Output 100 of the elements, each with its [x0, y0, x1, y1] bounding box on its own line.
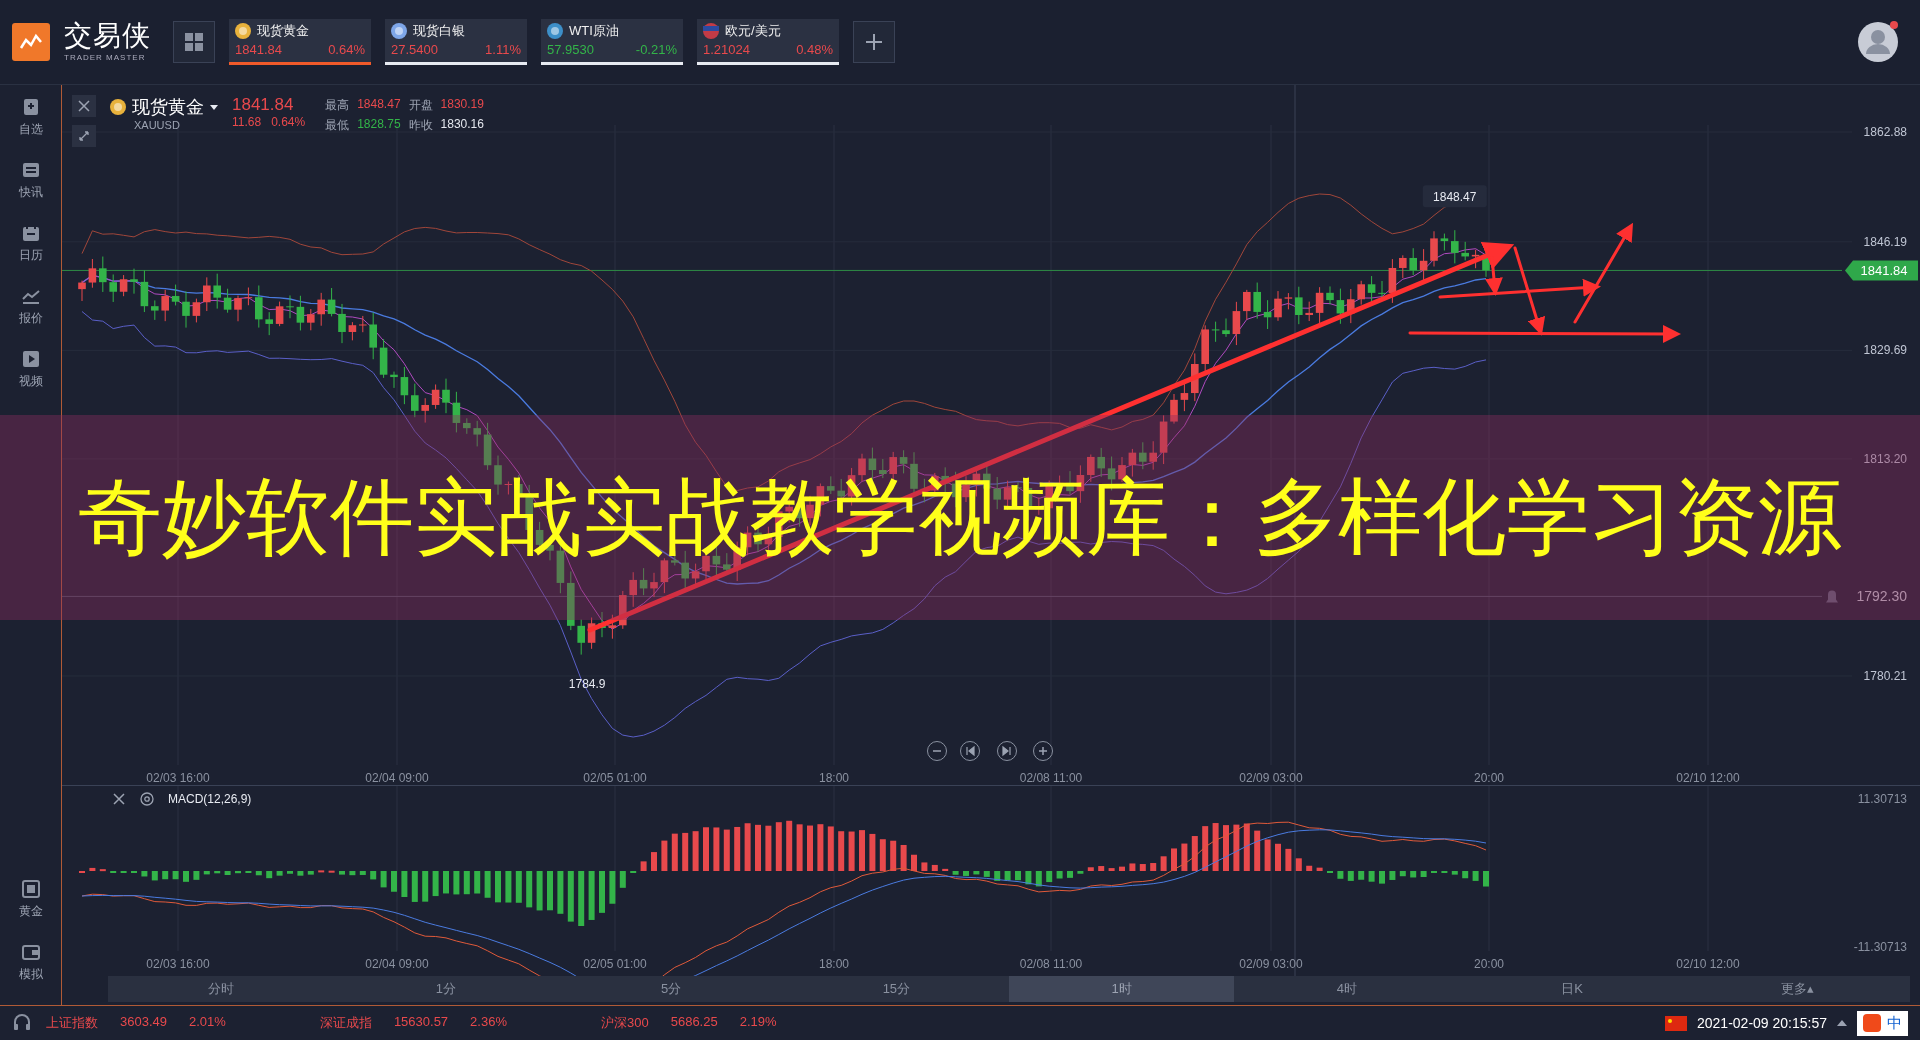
axis-label: 1846.19: [1863, 234, 1907, 249]
close-button[interactable]: [72, 95, 96, 117]
settings-icon[interactable]: [140, 792, 154, 806]
axis-label: 02/05 01:00: [583, 771, 647, 785]
index-change: 2.36%: [470, 1014, 507, 1031]
axis-label: 02/10 12:00: [1676, 957, 1740, 971]
headset-icon[interactable]: [12, 1013, 32, 1033]
axis-label: -11.30713: [1853, 940, 1907, 954]
grid-layout-button[interactable]: [173, 21, 215, 63]
axis-label: 18:00: [819, 771, 849, 785]
coin-icon: [235, 23, 251, 39]
square-icon: [20, 879, 41, 899]
axis-label: 02/08 11:00: [1019, 957, 1083, 971]
stat-label: 开盘: [408, 97, 433, 114]
stat-label: 昨收: [408, 117, 433, 134]
close-icon[interactable]: [112, 792, 126, 806]
axis-label: 20:00: [1474, 957, 1504, 971]
timeframe-tab[interactable]: 5分: [558, 976, 784, 1002]
alert-price-label: 1792.30: [1856, 588, 1907, 605]
bell-icon: [1826, 590, 1838, 603]
ticker-price: 57.9530: [547, 42, 594, 57]
price-change-percent: 0.64%: [271, 115, 306, 129]
index-name: 沪深300: [601, 1014, 649, 1032]
axis-label: 1813.20: [1863, 451, 1907, 466]
low-price-label: 1784.9: [568, 676, 606, 691]
axis-label: 02/08 11:00: [1019, 771, 1083, 785]
index-value: 3603.49: [120, 1014, 167, 1031]
zoom-in-button[interactable]: [1033, 741, 1053, 761]
index-name: 上证指数: [46, 1014, 98, 1032]
flag-icon: [1665, 1015, 1687, 1031]
input-method-bar[interactable]: 中: [1857, 1010, 1908, 1036]
axis-label: 18:00: [819, 957, 849, 971]
timeframe-tab[interactable]: 4时: [1234, 976, 1460, 1002]
ticker-change: -0.21%: [635, 42, 677, 57]
current-price: 1841.84: [232, 95, 295, 115]
avatar-icon[interactable]: [1856, 20, 1900, 64]
index-value: 5686.25: [670, 1014, 718, 1031]
ticker-tab[interactable]: WTI原油 57.9530 -0.21%: [541, 19, 683, 65]
ticker-tab[interactable]: 欧元/美元 1.21024 0.48%: [697, 19, 839, 65]
coin-icon: [547, 23, 563, 39]
stat-value: 1848.47: [357, 97, 401, 113]
skip-forward-button[interactable]: [997, 741, 1017, 761]
axis-label: 1862.88: [1863, 125, 1907, 139]
axis-label: 11.30713: [1857, 792, 1907, 806]
add-button[interactable]: [853, 21, 895, 63]
flag-icon: [703, 23, 719, 39]
close-icon: [77, 99, 91, 113]
symbol-code: XAUUSD: [134, 119, 181, 131]
axis-label: 02/03 16:00: [146, 957, 210, 971]
app-logo-name: 交易侠: [64, 22, 151, 50]
axis-label: 1829.69: [1863, 343, 1907, 358]
axis-label: 02/10 12:00: [1676, 771, 1740, 785]
wallet-icon: [20, 942, 41, 962]
axis-label: 02/09 03:00: [1239, 771, 1303, 785]
sidebar-item[interactable]: 日历: [18, 223, 43, 264]
plus-icon: [864, 32, 884, 52]
timeframe-tab[interactable]: 1分: [333, 976, 559, 1002]
sidebar-item[interactable]: 报价: [18, 286, 43, 327]
ticker-tab[interactable]: 现货白银 27.5400 1.11%: [385, 19, 527, 65]
ticker-price: 1841.84: [235, 42, 282, 57]
play-icon: [20, 349, 41, 369]
axis-label: 02/03 16:00: [146, 771, 210, 785]
ticker-tab[interactable]: 现货黄金 1841.84 0.64%: [229, 19, 371, 65]
timeframe-tab[interactable]: 更多▴: [1684, 976, 1910, 1002]
logo-icon: [12, 23, 50, 61]
timeframe-tab[interactable]: 分时: [108, 976, 334, 1002]
date-time: 2021-02-09 20:15:57: [1697, 1015, 1827, 1031]
ticker-change: 0.64%: [328, 42, 365, 57]
expand-button[interactable]: [72, 125, 96, 147]
ticker-name: 欧元/美元: [725, 22, 781, 40]
axis-label: 02/05 01:00: [583, 957, 647, 971]
zoom-out-button[interactable]: [927, 741, 947, 761]
timeframe-tab[interactable]: 15分: [783, 976, 1009, 1002]
ticker-name: 现货白银: [413, 22, 465, 40]
stat-value: 1830.19: [440, 97, 484, 113]
sidebar-item[interactable]: 视频: [18, 349, 43, 390]
price-change: 11.68: [232, 115, 262, 129]
sidebar-item[interactable]: 模拟: [18, 942, 43, 983]
timeframe-tab[interactable]: 1时: [1009, 976, 1235, 1002]
ticker-price: 1.21024: [703, 42, 750, 57]
index-change: 2.01%: [189, 1014, 226, 1031]
sidebar-item[interactable]: 黄金: [18, 879, 43, 920]
stat-value: 1830.16: [440, 117, 484, 133]
app-tagline: TRADER MASTER: [64, 53, 147, 62]
caret-icon[interactable]: [210, 104, 218, 110]
stat-label: 最高: [325, 97, 350, 114]
symbol-name[interactable]: 现货黄金: [132, 95, 204, 119]
price-tag: 1841.84: [1845, 260, 1918, 281]
caret-icon[interactable]: [1837, 1020, 1847, 1026]
index-name: 深证成指: [319, 1014, 372, 1032]
sidebar-item[interactable]: 自选: [18, 97, 43, 138]
skip-back-button[interactable]: [960, 741, 980, 761]
axis-label: 02/04 09:00: [365, 771, 429, 785]
ticker-change: 1.11%: [485, 42, 521, 57]
expand-icon: [77, 129, 91, 143]
ticker-name: WTI原油: [569, 22, 619, 40]
sidebar-item[interactable]: 快讯: [18, 160, 43, 201]
grid-icon: [184, 32, 204, 52]
stat-label: 最低: [325, 117, 350, 134]
timeframe-tab[interactable]: 日K: [1459, 976, 1685, 1002]
